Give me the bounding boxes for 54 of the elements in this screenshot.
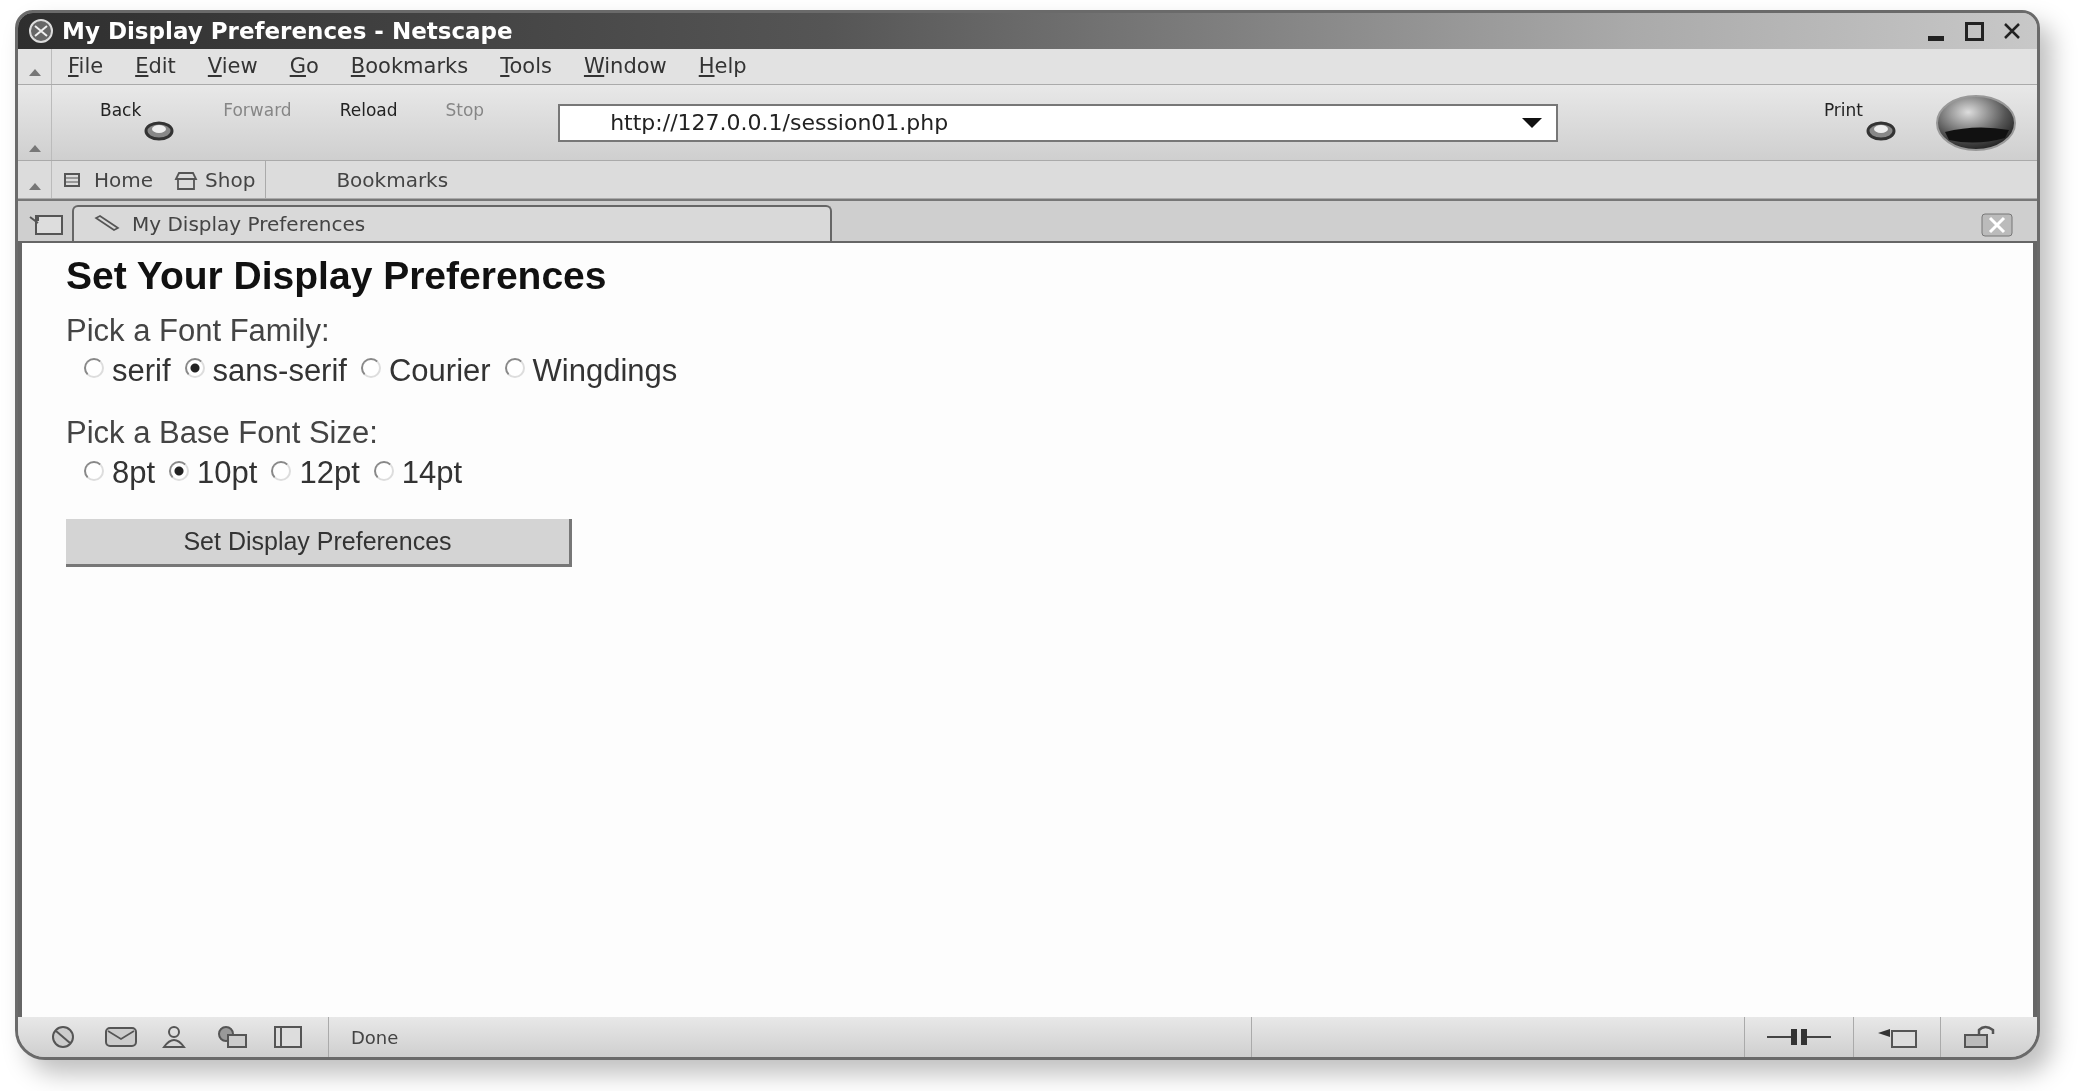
chat-icon[interactable] (216, 1025, 250, 1049)
option-label: Courier (388, 351, 491, 390)
menu-item[interactable]: Help (682, 50, 763, 83)
option-label: 12pt (299, 454, 360, 493)
pen-icon (94, 214, 120, 234)
toolbar-button[interactable]: Back (76, 97, 200, 148)
field-label: Pick a Font Family: (66, 313, 331, 348)
app-icon (28, 18, 54, 44)
option-label: 14pt (401, 454, 463, 493)
option-label: serif (112, 351, 171, 390)
radio-button[interactable] (360, 358, 381, 379)
menu-item[interactable]: File (52, 50, 120, 83)
toolbar-button[interactable]: Reload (315, 97, 422, 148)
option-label: sans-serif (212, 351, 347, 390)
radio-button[interactable] (271, 460, 292, 481)
bookmark-link[interactable]: Shop (163, 164, 266, 195)
padlock-icon[interactable] (1963, 1025, 1997, 1049)
grip-icon[interactable] (28, 145, 41, 152)
close-tab-button[interactable] (1981, 212, 2013, 237)
menu-item[interactable]: Window (567, 50, 683, 83)
bookmarks-button[interactable]: Bookmarks (326, 164, 459, 195)
minimize-icon (1928, 35, 1944, 41)
radio-button[interactable] (169, 460, 190, 481)
menu-item[interactable]: Edit (119, 50, 192, 83)
menu-item[interactable]: Go (273, 50, 335, 83)
grip-icon[interactable] (28, 183, 41, 190)
address-field[interactable]: http://127.0.0.1/session01.php (558, 103, 1559, 142)
grip-icon[interactable] (28, 69, 41, 76)
menu-item[interactable]: Bookmarks (334, 50, 485, 83)
field-label: Pick a Base Font Size: (66, 416, 379, 451)
submit-button[interactable]: Set Display Preferences (66, 519, 572, 568)
menu-item[interactable]: View (191, 50, 274, 83)
toolbar-button[interactable]: Print (1799, 97, 1921, 148)
radio-button[interactable] (84, 460, 104, 481)
maximize-icon (1964, 21, 1984, 41)
close-tab-icon (1981, 213, 2013, 237)
dropdown-arrow-icon[interactable] (1522, 117, 1543, 128)
envelope-icon[interactable] (104, 1025, 138, 1049)
option-label: 10pt (197, 454, 258, 493)
radio-button[interactable] (373, 460, 394, 481)
bookmark-link[interactable]: Home (52, 164, 164, 195)
radio-button[interactable] (184, 358, 205, 379)
status-text: Done (351, 1025, 400, 1050)
option-label: Wingdings (532, 351, 678, 390)
close-icon (2004, 23, 2020, 39)
menu-item[interactable]: Tools (484, 50, 568, 83)
radio-button[interactable] (84, 358, 104, 379)
dropdown-icon[interactable] (143, 119, 176, 142)
dropdown-icon[interactable] (1865, 119, 1897, 142)
browser-tab[interactable]: My Display Preferences (72, 205, 832, 241)
window-title: My Display Preferences - Netscape (62, 16, 513, 46)
option-label: 8pt (112, 454, 156, 493)
radio-button[interactable] (504, 358, 525, 379)
page-heading: Set Your Display Preferences (66, 253, 608, 299)
